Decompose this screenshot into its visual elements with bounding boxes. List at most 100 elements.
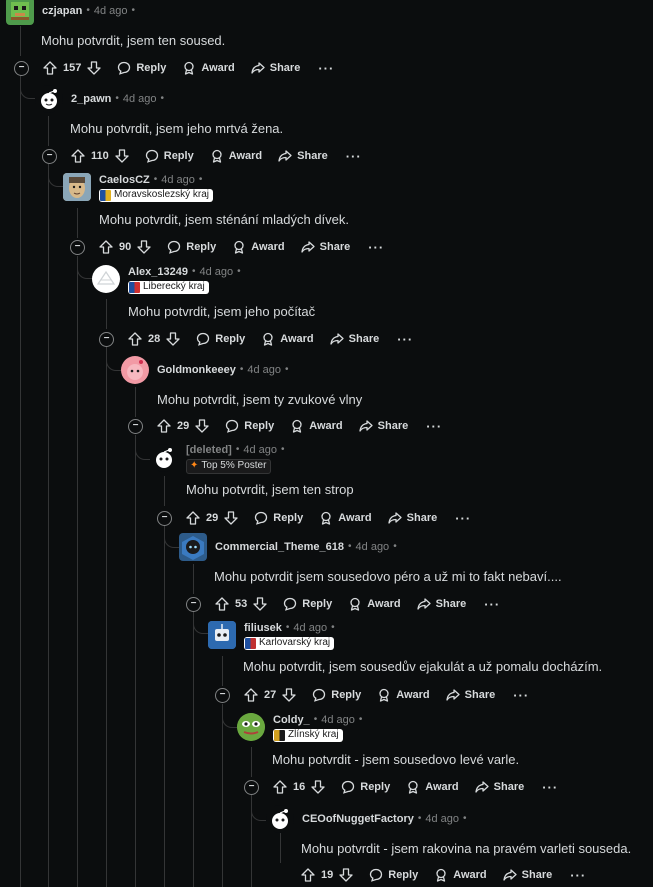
reply-button[interactable]: Reply — [312, 688, 361, 702]
upvote-icon[interactable] — [43, 61, 57, 75]
collapse-thread-button[interactable]: − — [70, 239, 85, 255]
thread-line[interactable] — [164, 524, 165, 887]
comment-timestamp[interactable]: 4d ago — [247, 363, 281, 377]
award-button[interactable]: Award — [434, 868, 487, 882]
share-button[interactable]: Share — [445, 688, 495, 702]
award-button[interactable]: Award — [210, 149, 262, 163]
upvote-icon[interactable] — [301, 868, 315, 882]
award-button[interactable]: Award — [182, 61, 235, 75]
frog-avatar-icon[interactable] — [237, 713, 265, 741]
upvote-icon[interactable] — [157, 419, 171, 433]
downvote-icon[interactable] — [115, 149, 129, 163]
award-button[interactable]: Award — [377, 688, 430, 702]
reply-button[interactable]: Reply — [167, 240, 216, 254]
user-flair[interactable]: Karlovarský kraj — [244, 636, 335, 650]
award-button[interactable]: Award — [261, 332, 314, 346]
more-options-button[interactable]: ··· — [542, 780, 558, 795]
thread-line[interactable] — [193, 612, 194, 887]
more-options-button[interactable]: ··· — [346, 149, 362, 164]
reply-button[interactable]: Reply — [196, 332, 245, 346]
block-avatar-icon[interactable] — [6, 0, 34, 25]
share-button[interactable]: Share — [416, 597, 466, 611]
comment-timestamp[interactable]: 4d ago — [293, 621, 327, 635]
thread-line[interactable] — [106, 347, 107, 887]
upvote-icon[interactable] — [244, 688, 258, 702]
collapse-thread-button[interactable]: − — [128, 418, 143, 434]
face-avatar-icon[interactable] — [63, 173, 91, 201]
top-poster-badge[interactable]: ✦ Top 5% Poster — [186, 458, 272, 474]
comment-timestamp[interactable]: 4d ago — [243, 443, 277, 457]
collapse-thread-button[interactable]: − — [215, 687, 230, 703]
thread-line[interactable] — [222, 704, 223, 887]
collapse-thread-button[interactable]: − — [157, 510, 172, 526]
downvote-icon[interactable] — [195, 419, 209, 433]
comment-author[interactable]: CEOofNuggetFactory — [302, 812, 414, 826]
award-button[interactable]: Award — [406, 780, 459, 794]
collapse-thread-button[interactable]: − — [186, 596, 201, 612]
comment-timestamp[interactable]: 4d ago — [321, 713, 355, 727]
more-options-button[interactable]: ··· — [570, 868, 586, 883]
comment-timestamp[interactable]: 4d ago — [123, 92, 157, 106]
more-options-button[interactable]: ··· — [513, 688, 529, 703]
collapse-thread-button[interactable]: − — [14, 60, 29, 76]
thread-line[interactable] — [48, 164, 49, 887]
comment-author[interactable]: 2_pawn — [71, 92, 111, 106]
robot-avatar-icon[interactable] — [208, 621, 236, 649]
snoo-avatar-icon[interactable] — [92, 265, 120, 293]
comment-timestamp[interactable]: 4d ago — [199, 265, 233, 279]
share-button[interactable]: Share — [502, 868, 552, 882]
comment-timestamp[interactable]: 4d ago — [94, 4, 128, 18]
upvote-icon[interactable] — [273, 780, 287, 794]
upvote-icon[interactable] — [128, 332, 142, 346]
snoo-avatar-icon[interactable] — [150, 444, 178, 472]
reply-button[interactable]: Reply — [254, 511, 303, 525]
downvote-icon[interactable] — [224, 511, 238, 525]
more-options-button[interactable]: ··· — [426, 419, 442, 434]
reply-button[interactable]: Reply — [225, 419, 274, 433]
comment-author[interactable]: Alex_13249 — [128, 265, 188, 279]
share-button[interactable]: Share — [251, 61, 300, 75]
downvote-icon[interactable] — [339, 868, 353, 882]
more-options-button[interactable]: ··· — [368, 240, 384, 255]
award-button[interactable]: Award — [232, 240, 285, 254]
thread-line[interactable] — [135, 435, 136, 887]
award-button[interactable]: Award — [290, 419, 343, 433]
share-button[interactable]: Share — [300, 240, 350, 254]
more-options-button[interactable]: ··· — [455, 511, 471, 526]
more-options-button[interactable]: ··· — [397, 332, 413, 347]
user-flair[interactable]: Liberecký kraj — [128, 280, 209, 294]
thread-line[interactable] — [20, 74, 21, 887]
downvote-icon[interactable] — [166, 332, 180, 346]
award-button[interactable]: Award — [348, 597, 401, 611]
downvote-icon[interactable] — [282, 688, 296, 702]
upvote-icon[interactable] — [215, 597, 229, 611]
collapse-thread-button[interactable]: − — [99, 331, 114, 347]
comment-author[interactable]: czjapan — [42, 4, 82, 18]
reply-button[interactable]: Reply — [117, 61, 166, 75]
share-button[interactable]: Share — [329, 332, 379, 346]
comment-timestamp[interactable]: 4d ago — [161, 173, 195, 187]
comment-timestamp[interactable]: 4d ago — [356, 540, 390, 554]
downvote-icon[interactable] — [253, 597, 267, 611]
collapse-thread-button[interactable]: − — [42, 148, 57, 164]
user-flair[interactable]: Moravskoslezský kraj — [99, 188, 214, 202]
reply-button[interactable]: Reply — [145, 149, 194, 163]
share-button[interactable]: Share — [387, 511, 437, 525]
award-button[interactable]: Award — [319, 511, 372, 525]
downvote-icon[interactable] — [87, 61, 102, 75]
comment-author[interactable]: Goldmonkeeey — [157, 363, 236, 377]
comment-timestamp[interactable]: 4d ago — [425, 812, 459, 826]
thread-line[interactable] — [77, 256, 78, 887]
reply-button[interactable]: Reply — [369, 868, 418, 882]
reply-button[interactable]: Reply — [341, 780, 390, 794]
share-button[interactable]: Share — [278, 149, 328, 163]
hooded-avatar-icon[interactable] — [179, 533, 207, 561]
user-flair[interactable]: Zlínský kraj — [273, 728, 343, 742]
more-options-button[interactable]: ··· — [484, 597, 500, 612]
reply-button[interactable]: Reply — [283, 597, 332, 611]
downvote-icon[interactable] — [137, 240, 151, 254]
upvote-icon[interactable] — [186, 511, 200, 525]
share-button[interactable]: Share — [358, 419, 408, 433]
downvote-icon[interactable] — [311, 780, 325, 794]
comment-author[interactable]: filiusek — [244, 621, 282, 635]
